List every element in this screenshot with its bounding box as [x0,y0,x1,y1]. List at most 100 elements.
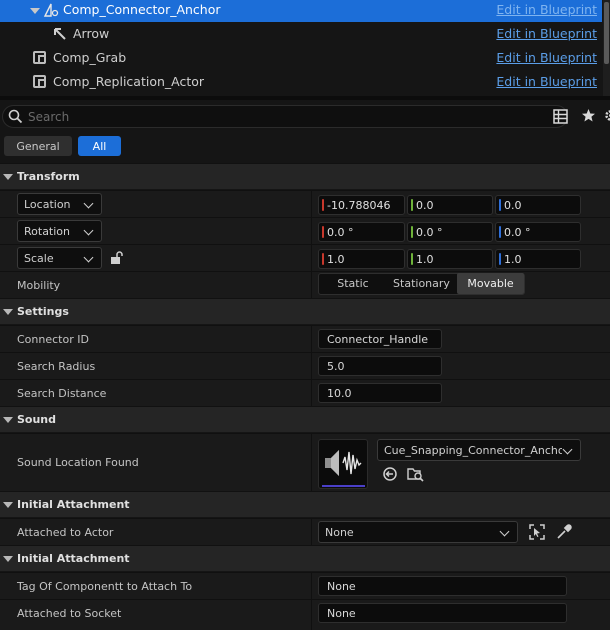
property-label: Sound Location Found [17,456,139,469]
star-icon[interactable] [581,108,596,126]
rotation-x-field[interactable]: 0.0 ° [318,222,405,242]
property-row-scale: Scale 1.0 1.0 1.0 [0,244,610,271]
section-initial-attachment[interactable]: Initial Attachment [0,491,610,517]
dropdown-label: Cue_Snapping_Connector_Anchor_ [384,443,562,457]
search-radius-field[interactable]: 5.0 [318,356,442,376]
sound-asset-thumbnail[interactable] [318,439,368,489]
chevron-down-icon [562,444,573,455]
property-row-tag-of-component: Tag Of Componentt to Attach To None [0,572,610,599]
speaker-icon [325,450,362,476]
scale-x-field[interactable]: 1.0 [318,249,405,269]
tree-item-comp-connector-anchor[interactable]: Comp_Connector_Anchor Edit in Blueprint [0,0,602,22]
section-title: Transform [17,170,80,183]
chevron-down-icon [499,526,510,537]
property-row-attached-to-actor: Attached to Actor None [0,518,610,545]
chevron-down-icon [83,252,94,263]
eyedropper-icon[interactable] [556,524,572,543]
collapse-arrow-icon [3,309,13,315]
edit-in-blueprint-link[interactable]: Edit in Blueprint [496,26,597,41]
unlock-icon[interactable] [109,250,124,268]
collapse-arrow-icon [3,174,13,180]
location-y-field[interactable]: 0.0 [407,195,493,215]
property-label: Tag Of Componentt to Attach To [17,580,193,593]
property-label: Attached to Actor [17,526,114,539]
edit-in-blueprint-link[interactable]: Edit in Blueprint [496,2,597,17]
mobility-movable-option[interactable]: Movable [457,273,524,294]
connector-id-field[interactable]: Connector_Handle [318,329,442,349]
chevron-down-icon [83,225,94,236]
edit-in-blueprint-link[interactable]: Edit in Blueprint [496,50,597,65]
browse-asset-icon[interactable] [407,466,424,485]
tree-item-label: Arrow [73,26,110,41]
attached-to-socket-field[interactable]: None [318,603,567,623]
collapse-arrow-icon [3,556,13,562]
tag-of-component-field[interactable]: None [318,576,567,596]
property-row-search-distance: Search Distance 10.0 [0,379,610,406]
tree-item-label: Comp_Connector_Anchor [63,2,221,17]
collapse-arrow-icon [3,502,13,508]
table-view-icon[interactable] [553,109,568,127]
location-z-field[interactable]: 0.0 [495,195,581,215]
arrow-component-icon [53,27,67,44]
scale-mode-dropdown[interactable]: Scale [17,247,102,269]
tree-scrollbar[interactable] [603,0,610,96]
location-x-field[interactable]: -10.788046 [318,195,405,215]
tree-item-comp-grab[interactable]: Comp_Grab Edit in Blueprint [0,46,602,70]
section-title: Initial Attachment [17,552,130,565]
sound-asset-dropdown[interactable]: Cue_Snapping_Connector_Anchor_ [377,439,581,461]
component-icon [33,75,46,88]
property-row-sound-location-found: Sound Location Found Cue_Snapping_Connec… [0,433,610,491]
property-row-search-radius: Search Radius 5.0 [0,352,610,379]
dropdown-label: None [325,525,354,539]
mobility-stationary-option[interactable]: Stationary [387,273,456,294]
rotation-mode-dropdown[interactable]: Rotation [17,220,102,242]
section-initial-attachment-2[interactable]: Initial Attachment [0,545,610,571]
property-row-attached-to-socket: Attached to Socket None [0,599,610,630]
property-label: Attached to Socket [17,607,122,620]
property-label: Search Radius [17,360,96,373]
section-title: Initial Attachment [17,498,130,511]
expand-arrow-icon[interactable] [30,8,40,14]
chevron-down-icon [83,198,94,209]
property-row-location: Location -10.788046 0.0 0.0 [0,190,610,217]
section-sound[interactable]: Sound [0,406,610,432]
anchor-component-icon [43,2,59,17]
tree-item-label: Comp_Grab [53,50,127,65]
search-distance-field[interactable]: 10.0 [318,383,442,403]
component-icon [33,51,46,64]
section-settings[interactable]: Settings [0,298,610,324]
dropdown-label: Location [24,197,71,211]
property-label: Connector ID [17,333,89,346]
dropdown-label: Rotation [24,224,71,238]
select-actor-icon[interactable] [529,524,545,543]
location-mode-dropdown[interactable]: Location [17,193,102,215]
tree-item-comp-replication-actor[interactable]: Comp_Replication_Actor Edit in Blueprint [0,70,602,94]
attached-to-actor-dropdown[interactable]: None [318,521,518,543]
filter-all-button[interactable]: All [78,136,121,156]
scale-z-field[interactable]: 1.0 [495,249,581,269]
search-input[interactable] [28,108,548,125]
rotation-y-field[interactable]: 0.0 ° [407,222,493,242]
use-selected-asset-icon[interactable] [382,466,398,485]
gear-icon[interactable] [603,108,610,124]
tree-item-label: Comp_Replication_Actor [53,74,205,89]
scale-y-field[interactable]: 1.0 [407,249,493,269]
component-tree: Comp_Connector_Anchor Edit in Blueprint … [0,0,610,96]
details-search[interactable] [2,105,568,128]
section-transform[interactable]: Transform [0,163,610,189]
edit-in-blueprint-link[interactable]: Edit in Blueprint [496,74,597,89]
section-title: Settings [17,305,69,318]
tree-item-arrow[interactable]: Arrow Edit in Blueprint [0,22,602,46]
property-label: Mobility [17,279,61,292]
mobility-static-option[interactable]: Static [319,273,387,294]
scrollbar-thumb[interactable] [604,2,609,64]
property-row-connector-id: Connector ID Connector_Handle [0,325,610,352]
section-title: Sound [17,413,57,426]
property-row-rotation: Rotation 0.0 ° 0.0 ° 0.0 ° [0,217,610,244]
property-label: Search Distance [17,387,107,400]
dropdown-label: Scale [24,251,54,265]
filter-general-button[interactable]: General [4,136,72,156]
search-icon [8,109,23,127]
splitter[interactable] [0,96,610,100]
rotation-z-field[interactable]: 0.0 ° [495,222,581,242]
